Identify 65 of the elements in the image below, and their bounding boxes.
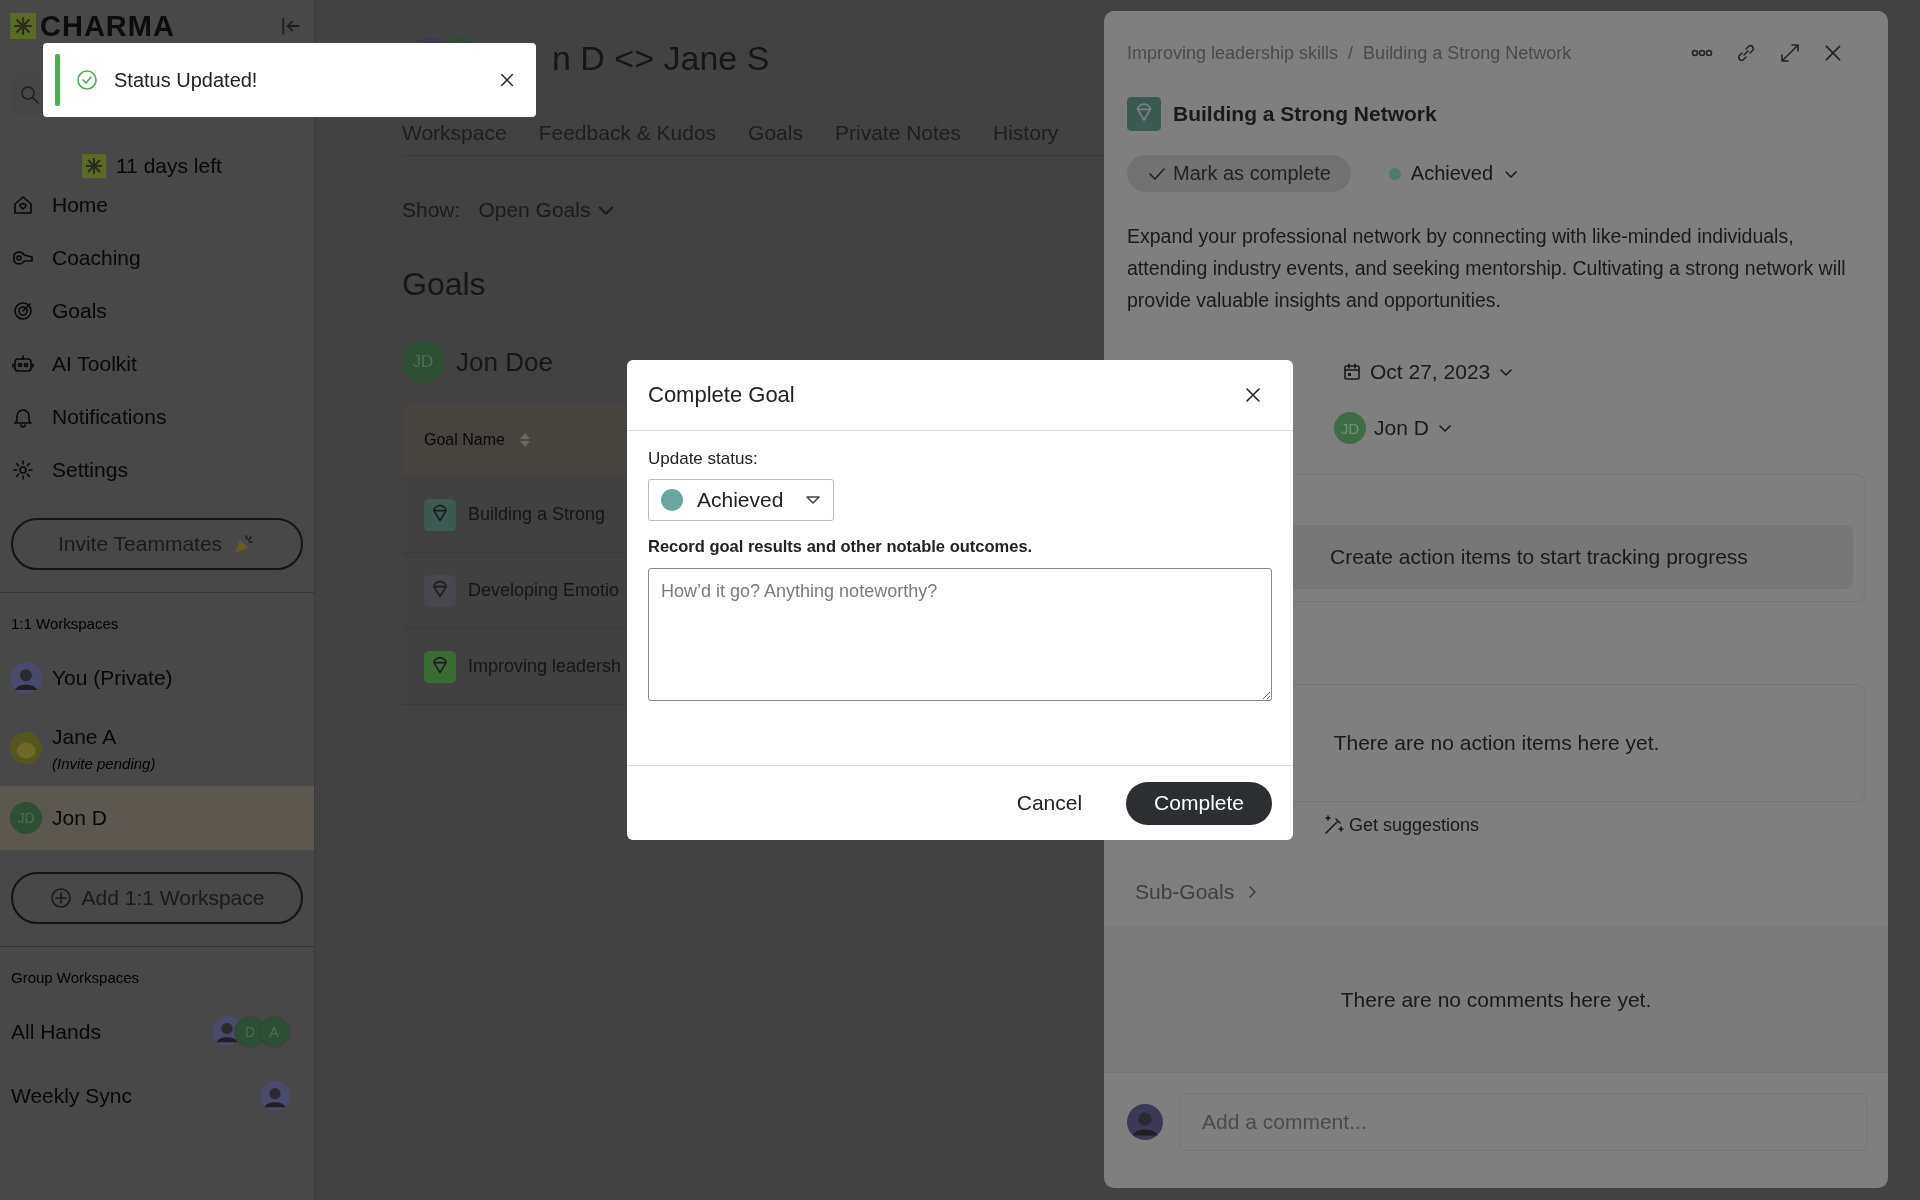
- close-icon[interactable]: [1243, 385, 1263, 405]
- avatar: [10, 732, 42, 764]
- nav-item[interactable]: AI Toolkit: [0, 337, 314, 390]
- due-date-picker[interactable]: Oct 27, 2023: [1342, 360, 1515, 384]
- nav-label: Notifications: [52, 404, 167, 429]
- column-header[interactable]: Goal Name: [424, 431, 505, 449]
- mark-complete-button[interactable]: Mark as complete: [1127, 155, 1351, 192]
- trial-days: 11 days left: [116, 154, 222, 178]
- goal-title: Building a Strong Network: [1173, 102, 1437, 126]
- workspace-name: Jane A: [52, 724, 118, 749]
- nav-label: Settings: [52, 457, 128, 482]
- ice-cream-icon: [1127, 97, 1161, 131]
- avatar: [10, 662, 42, 694]
- nav-item[interactable]: Coaching: [0, 231, 314, 284]
- workspace-name: You (Private): [52, 666, 173, 690]
- goal-description: Expand your professional network by connecting with like-minded individuals, attending industry events, and seeking mentorship. Cultivating a strong network will provide valuable insights and opportunities.: [1127, 224, 1847, 313]
- subgoals-toggle[interactable]: Sub-Goals: [1104, 880, 1888, 904]
- sort-icon: [518, 432, 531, 448]
- workspace-item[interactable]: You (Private): [0, 646, 314, 710]
- status-select[interactable]: Achieved: [648, 479, 834, 521]
- logo-icon: [10, 13, 36, 39]
- suggestions-link[interactable]: Get suggestions: [1323, 814, 1480, 836]
- workspace-name: Jon D: [52, 806, 107, 830]
- complete-button[interactable]: Complete: [1126, 781, 1272, 825]
- nav-label: Coaching: [52, 245, 141, 270]
- expand-icon[interactable]: [1778, 41, 1802, 65]
- nav-label: Home: [52, 192, 109, 217]
- logo: CHARMA: [40, 9, 175, 43]
- section-heading: Group Workspaces: [10, 969, 141, 986]
- empty-message: There are no action items here yet.: [1333, 731, 1660, 755]
- home-icon: [12, 193, 34, 216]
- group-name: All Hands: [11, 1020, 101, 1044]
- section-heading: 1:1 Workspaces: [10, 615, 120, 632]
- settings-icon: [12, 458, 34, 481]
- cancel-button[interactable]: Cancel: [1010, 790, 1089, 816]
- breadcrumb-separator: /: [1348, 42, 1354, 64]
- target-icon: [12, 299, 34, 322]
- star-badge-icon: [82, 154, 106, 178]
- close-icon[interactable]: [498, 71, 516, 89]
- plus-circle-icon: [49, 887, 72, 909]
- calendar-icon: [1342, 362, 1362, 382]
- check-circle-icon: [76, 69, 98, 91]
- workspace-item[interactable]: Jane A (Invite pending): [0, 716, 314, 780]
- avatar: [1127, 1104, 1163, 1140]
- search-icon: [20, 85, 40, 105]
- toast-message: Status Updated!: [114, 68, 258, 92]
- field-label: Record goal results and other notable outcomes.: [648, 537, 1034, 556]
- nav-item[interactable]: Home: [0, 178, 314, 231]
- nav-item[interactable]: Notifications: [0, 390, 314, 443]
- nav-item[interactable]: Settings: [0, 443, 314, 496]
- magic-wand-icon: [1323, 814, 1345, 836]
- field-label: Update status:: [648, 449, 759, 469]
- nav-label: Goals: [52, 298, 107, 323]
- dialog-title: Complete Goal: [648, 382, 795, 408]
- group-item[interactable]: Weekly Sync: [0, 1064, 314, 1128]
- status-bar-accent: [55, 54, 60, 106]
- robot-icon: [12, 352, 34, 375]
- invite-status: (Invite pending): [52, 754, 156, 772]
- empty-message: There are no comments here yet.: [1340, 987, 1652, 1012]
- group-name: Weekly Sync: [11, 1084, 132, 1108]
- nav-item[interactable]: Goals: [0, 284, 314, 337]
- avatar: [260, 1081, 290, 1111]
- status-dropdown[interactable]: Achieved: [1388, 162, 1520, 185]
- notes-field[interactable]: How’d it go? Anything noteworthy?: [648, 568, 1272, 701]
- nav-label: AI Toolkit: [52, 351, 137, 376]
